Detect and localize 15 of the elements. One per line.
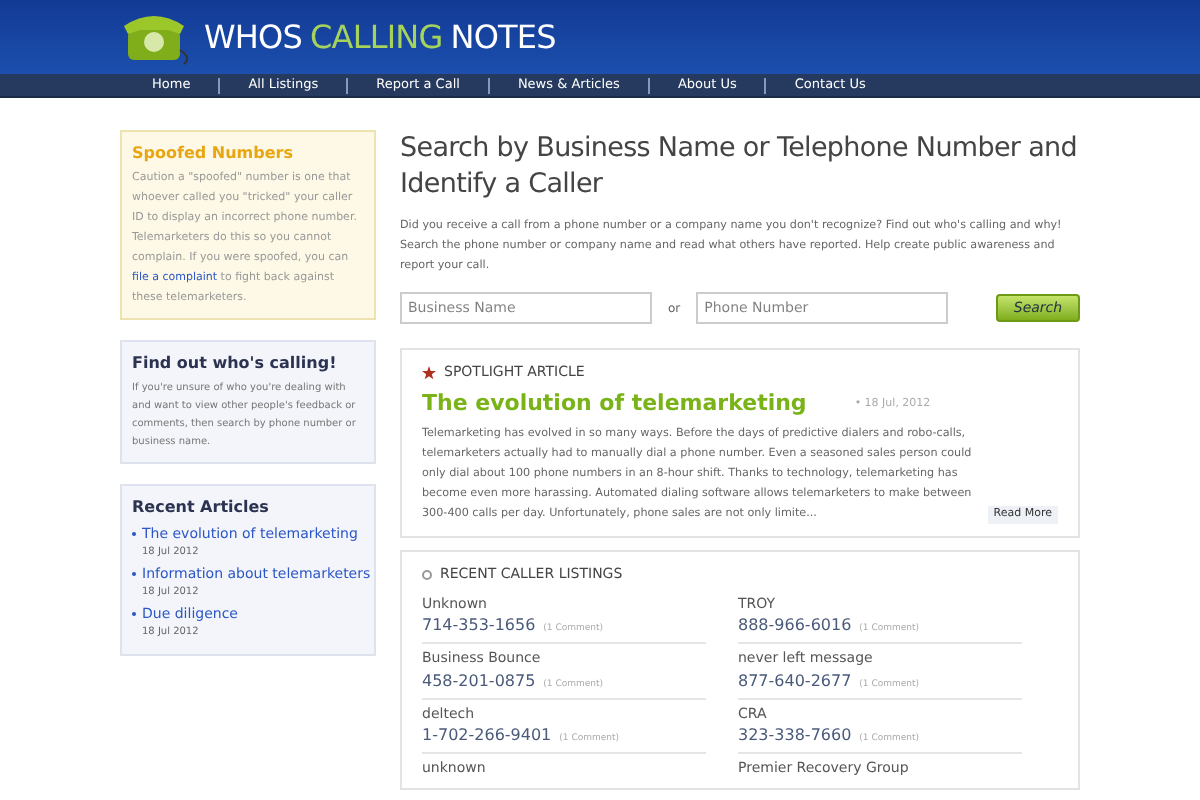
logo-text[interactable]: NOTES (450, 13, 556, 61)
bullet-icon (422, 569, 432, 580)
phone-number[interactable]: 323-338-7660 (738, 724, 852, 748)
phone-number[interactable]: 888-966-6016 (738, 614, 852, 638)
logo-text[interactable]: WHOS (204, 13, 303, 61)
phone-number[interactable]: 714-353-1656 (422, 614, 536, 638)
card-title: Find out who's calling! (132, 352, 339, 376)
phone-number[interactable]: 877-640-2677 (738, 669, 852, 693)
logo-text[interactable]: CALLING (310, 13, 443, 61)
phone-number[interactable]: 1-702-266-9401 (422, 724, 552, 748)
card-title: Recent Articles (132, 496, 271, 520)
page-heading: Search by Business Name or Telephone Number and Identify a Caller (400, 130, 1079, 202)
star-icon (422, 365, 436, 380)
phone-number[interactable]: 458-201-0875 (422, 669, 536, 693)
card-title: Spoofed Numbers (132, 142, 295, 166)
